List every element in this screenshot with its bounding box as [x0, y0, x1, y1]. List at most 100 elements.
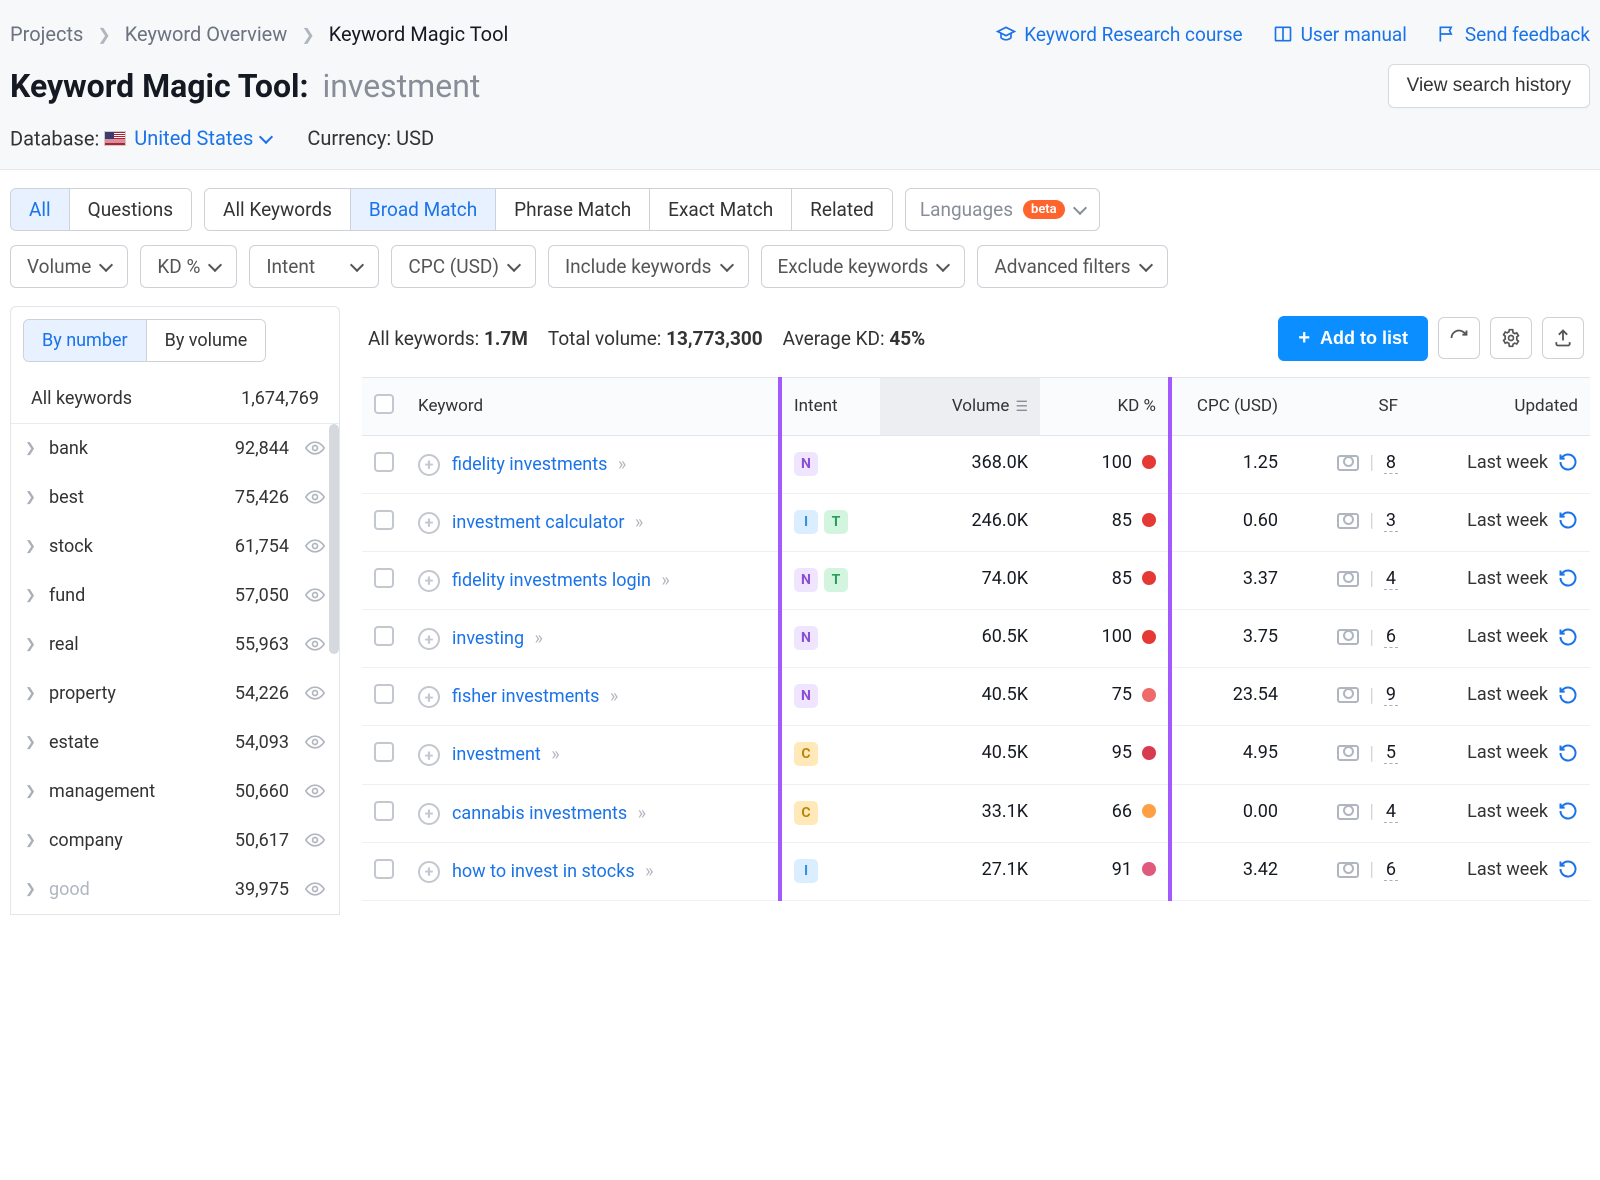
refresh-row-button[interactable]: [1558, 627, 1578, 647]
serp-features-cell[interactable]: |9: [1302, 684, 1398, 706]
filter-advanced[interactable]: Advanced filters: [977, 245, 1167, 288]
keyword-link[interactable]: investing »: [452, 626, 543, 651]
eye-icon[interactable]: [305, 441, 325, 455]
crumb-keyword-overview[interactable]: Keyword Overview: [125, 22, 288, 46]
database-selector[interactable]: Database: United States: [10, 126, 271, 151]
col-cpc[interactable]: CPC (USD): [1170, 377, 1290, 435]
sidebar-item-company[interactable]: ❯ company 50,617: [11, 816, 339, 865]
refresh-row-button[interactable]: [1558, 568, 1578, 588]
expand-icon[interactable]: +: [418, 628, 440, 650]
sidebar-toggle-by-number[interactable]: By number: [24, 320, 147, 361]
settings-button[interactable]: [1490, 317, 1532, 359]
refresh-button[interactable]: [1438, 317, 1480, 359]
select-all-checkbox[interactable]: [374, 394, 394, 414]
refresh-row-button[interactable]: [1558, 801, 1578, 821]
filter-exclude-keywords[interactable]: Exclude keywords: [761, 245, 966, 288]
filter-cpc[interactable]: CPC (USD): [391, 245, 536, 288]
expand-icon[interactable]: +: [418, 744, 440, 766]
sidebar-item-fund[interactable]: ❯ fund 57,050: [11, 571, 339, 620]
expand-icon[interactable]: +: [418, 454, 440, 476]
sidebar-item-best[interactable]: ❯ best 75,426: [11, 473, 339, 522]
eye-icon[interactable]: [305, 539, 325, 553]
expand-icon[interactable]: +: [418, 512, 440, 534]
languages-dropdown[interactable]: Languages beta: [905, 188, 1100, 231]
expand-icon[interactable]: +: [418, 861, 440, 883]
keyword-link[interactable]: fisher investments »: [452, 684, 618, 709]
keyword-link[interactable]: how to invest in stocks »: [452, 859, 654, 884]
sidebar-item-property[interactable]: ❯ property 54,226: [11, 669, 339, 718]
eye-icon[interactable]: [305, 588, 325, 602]
row-checkbox[interactable]: [374, 568, 394, 588]
eye-icon[interactable]: [305, 882, 325, 896]
crumb-projects[interactable]: Projects: [10, 22, 83, 46]
keyword-link[interactable]: cannabis investments »: [452, 801, 646, 826]
sidebar-item-estate[interactable]: ❯ estate 54,093: [11, 718, 339, 767]
sidebar-item-bank[interactable]: ❯ bank 92,844: [11, 424, 339, 473]
col-volume[interactable]: Volume☰: [880, 377, 1040, 435]
sidebar-item-good[interactable]: ❯ good 39,975: [11, 865, 339, 914]
col-sf[interactable]: SF: [1290, 377, 1410, 435]
link-user-manual[interactable]: User manual: [1273, 23, 1407, 46]
refresh-row-button[interactable]: [1558, 510, 1578, 530]
serp-features-cell[interactable]: |6: [1302, 859, 1398, 881]
col-keyword[interactable]: Keyword: [406, 377, 780, 435]
filter-include-keywords[interactable]: Include keywords: [548, 245, 749, 288]
refresh-row-button[interactable]: [1558, 859, 1578, 879]
serp-features-cell[interactable]: |5: [1302, 742, 1398, 764]
eye-icon[interactable]: [305, 686, 325, 700]
filter-kd[interactable]: KD %: [140, 245, 237, 288]
row-checkbox[interactable]: [374, 510, 394, 530]
expand-icon[interactable]: +: [418, 686, 440, 708]
refresh-row-button[interactable]: [1558, 452, 1578, 472]
filter-intent[interactable]: Intent: [249, 245, 379, 288]
eye-icon[interactable]: [305, 637, 325, 651]
row-checkbox[interactable]: [374, 626, 394, 646]
serp-features-cell[interactable]: |6: [1302, 626, 1398, 648]
col-kd[interactable]: KD %: [1040, 377, 1170, 435]
keyword-link[interactable]: investment calculator »: [452, 510, 643, 535]
sidebar-scrollbar[interactable]: [329, 424, 339, 654]
link-send-feedback[interactable]: Send feedback: [1437, 23, 1590, 46]
keyword-link[interactable]: fidelity investments »: [452, 452, 626, 477]
keyword-link[interactable]: fidelity investments login »: [452, 568, 670, 593]
tab-related[interactable]: Related: [792, 189, 892, 230]
row-checkbox[interactable]: [374, 452, 394, 472]
eye-icon[interactable]: [305, 784, 325, 798]
expand-icon[interactable]: +: [418, 570, 440, 592]
sidebar-item-stock[interactable]: ❯ stock 61,754: [11, 522, 339, 571]
view-search-history-button[interactable]: View search history: [1388, 64, 1590, 108]
filter-volume[interactable]: Volume: [10, 245, 128, 288]
sidebar-toggle-by-volume[interactable]: By volume: [147, 320, 266, 361]
tab-all[interactable]: All: [11, 189, 70, 230]
keyword-link[interactable]: investment »: [452, 742, 560, 767]
row-checkbox[interactable]: [374, 859, 394, 879]
serp-features-cell[interactable]: |3: [1302, 510, 1398, 532]
row-checkbox[interactable]: [374, 801, 394, 821]
refresh-row-button[interactable]: [1558, 685, 1578, 705]
refresh-row-button[interactable]: [1558, 743, 1578, 763]
row-checkbox[interactable]: [374, 684, 394, 704]
tab-phrase-match[interactable]: Phrase Match: [496, 189, 650, 230]
link-research-course[interactable]: Keyword Research course: [996, 23, 1242, 46]
serp-features-cell[interactable]: |4: [1302, 801, 1398, 823]
tab-exact-match[interactable]: Exact Match: [650, 189, 792, 230]
sidebar-item-count: 61,754: [235, 536, 289, 557]
sidebar-all-keywords-label[interactable]: All keywords: [31, 388, 132, 409]
kd-dot-icon: [1142, 571, 1156, 585]
expand-icon[interactable]: +: [418, 803, 440, 825]
eye-icon[interactable]: [305, 735, 325, 749]
add-to-list-button[interactable]: + Add to list: [1278, 316, 1428, 361]
col-intent[interactable]: Intent: [780, 377, 880, 435]
tab-questions[interactable]: Questions: [70, 189, 191, 230]
sidebar-item-real[interactable]: ❯ real 55,963: [11, 620, 339, 669]
tab-broad-match[interactable]: Broad Match: [351, 189, 496, 230]
export-button[interactable]: [1542, 317, 1584, 359]
eye-icon[interactable]: [305, 833, 325, 847]
serp-features-cell[interactable]: |8: [1302, 452, 1398, 474]
serp-features-cell[interactable]: |4: [1302, 568, 1398, 590]
tab-all-keywords[interactable]: All Keywords: [205, 189, 351, 230]
col-updated[interactable]: Updated: [1410, 377, 1590, 435]
eye-icon[interactable]: [305, 490, 325, 504]
row-checkbox[interactable]: [374, 742, 394, 762]
sidebar-item-management[interactable]: ❯ management 50,660: [11, 767, 339, 816]
